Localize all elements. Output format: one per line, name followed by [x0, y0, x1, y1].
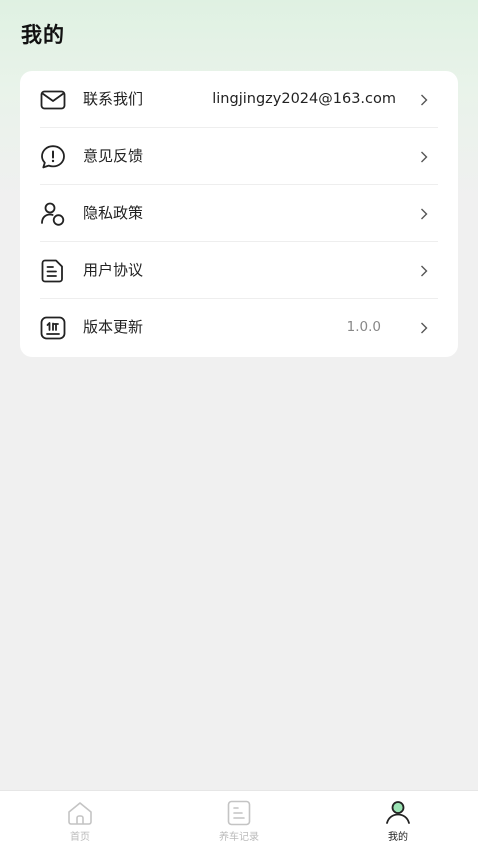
home-icon [66, 799, 94, 827]
chevron-right-icon [418, 264, 430, 278]
menu-item-label: 用户协议 [83, 261, 144, 279]
menu-item-user-agreement[interactable]: 用户协议 [20, 242, 458, 299]
chevron-right-icon [418, 207, 430, 221]
records-icon [225, 799, 253, 827]
feedback-icon [40, 144, 66, 170]
settings-menu-card: 联系我们 lingjingzy2024@163.com 意见反馈 隐私政策 用户… [20, 71, 458, 357]
nav-tab-records[interactable]: 养车记录 [179, 791, 299, 851]
nav-label: 养车记录 [219, 832, 259, 843]
chevron-right-icon [418, 93, 430, 107]
privacy-icon [40, 201, 66, 227]
chevron-right-icon [418, 150, 430, 164]
menu-item-version-update[interactable]: 版本更新 1.0.0 [20, 299, 458, 356]
contact-email: lingjingzy2024@163.com [212, 91, 396, 107]
menu-item-contact-us[interactable]: 联系我们 lingjingzy2024@163.com [20, 71, 458, 128]
page-title: 我的 [21, 23, 65, 47]
chevron-right-icon [418, 321, 430, 335]
document-icon [40, 258, 66, 284]
version-icon [40, 315, 66, 341]
version-number: 1.0.0 [346, 319, 381, 335]
bottom-navigation: 首页 养车记录 我的 [0, 790, 478, 851]
nav-label: 我的 [388, 832, 408, 843]
nav-label: 首页 [70, 832, 90, 843]
menu-item-label: 版本更新 [83, 318, 144, 336]
menu-item-privacy-policy[interactable]: 隐私政策 [20, 185, 458, 242]
profile-icon [384, 799, 412, 827]
menu-item-label: 意见反馈 [83, 147, 144, 165]
nav-tab-home[interactable]: 首页 [20, 791, 140, 851]
mail-icon [40, 87, 66, 113]
menu-item-feedback[interactable]: 意见反馈 [20, 128, 458, 185]
menu-item-label: 联系我们 [83, 90, 144, 108]
nav-tab-profile[interactable]: 我的 [338, 791, 458, 851]
menu-item-label: 隐私政策 [83, 204, 144, 222]
